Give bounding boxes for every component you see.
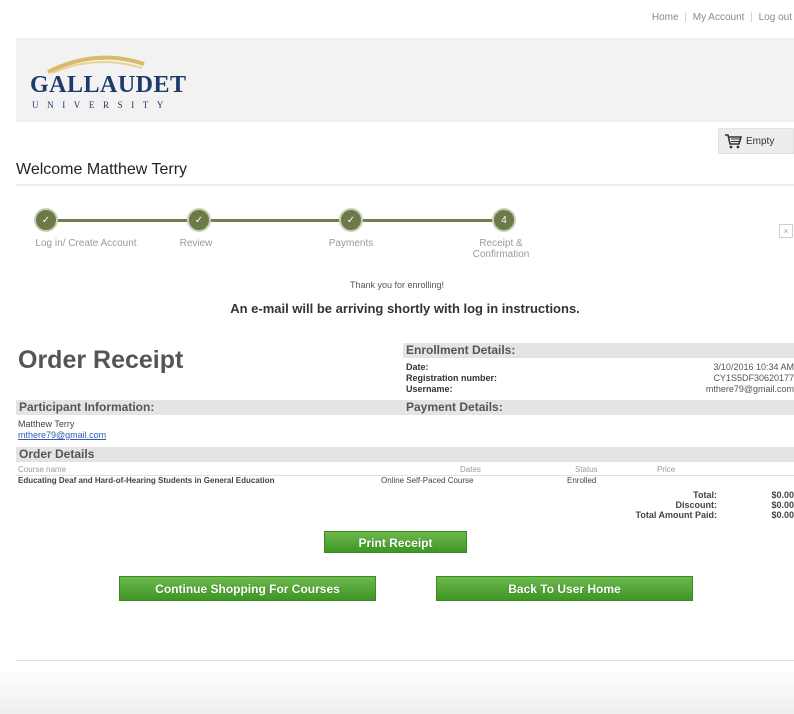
date-label: Date: — [406, 362, 429, 372]
col-price: Price — [657, 465, 676, 474]
divider — [16, 184, 794, 186]
participant-name: Matthew Terry — [18, 419, 75, 429]
step-4-label-line1: Receipt & — [479, 238, 523, 249]
registration-value: CY1S5DF30620177 — [713, 373, 794, 383]
top-nav: Home | My Account | Log out — [652, 12, 792, 23]
step-4-label-line2: Confirmation — [472, 249, 530, 260]
course-status: Enrolled — [567, 476, 597, 485]
amount-paid-row: Total Amount Paid: $0.00 — [560, 510, 794, 520]
order-receipt-title: Order Receipt — [18, 346, 184, 374]
step-4-label: Receipt & Confirmation — [456, 238, 546, 260]
total-value: $0.00 — [771, 490, 794, 500]
close-icon[interactable]: × — [779, 224, 793, 238]
col-course-name: Course name — [18, 465, 67, 474]
step-3-label: Payments — [328, 238, 374, 249]
order-table-header: Course name Dates Status Price — [16, 465, 794, 476]
col-status: Status — [575, 465, 598, 474]
progress-line — [42, 219, 502, 222]
enrollment-date-row: Date: 3/10/2016 10:34 AM — [406, 362, 794, 372]
payment-details-header: Payment Details: — [403, 400, 794, 415]
amount-paid-value: $0.00 — [771, 510, 794, 520]
col-dates: Dates — [460, 465, 481, 474]
divider — [16, 660, 794, 661]
email-message: An e-mail will be arriving shortly with … — [230, 301, 580, 316]
logo-wordmark: GALLAUDET — [30, 72, 187, 98]
cart-icon — [725, 134, 742, 149]
username-value: mthere79@gmail.com — [705, 384, 794, 394]
username-row: Username: mthere79@gmail.com — [406, 384, 794, 394]
step-2-marker: ✓ — [187, 208, 211, 232]
gallaudet-logo[interactable]: GALLAUDET UNIVERSITY — [30, 52, 186, 112]
registration-label: Registration number: — [406, 373, 498, 383]
step-1-marker: ✓ — [34, 208, 58, 232]
participant-email-link[interactable]: mthere79@gmail.com — [18, 430, 106, 440]
checkout-progress: ✓ ✓ ✓ 4 Log in/ Create Account Review Pa… — [16, 200, 794, 270]
course-name: Educating Deaf and Hard-of-Hearing Stude… — [18, 476, 275, 485]
table-row: Educating Deaf and Hard-of-Hearing Stude… — [16, 476, 794, 487]
nav-separator: | — [684, 12, 687, 23]
registration-row: Registration number: CY1S5DF30620177 — [406, 373, 794, 383]
discount-value: $0.00 — [771, 500, 794, 510]
my-account-link[interactable]: My Account — [693, 12, 745, 23]
username-label: Username: — [406, 384, 453, 394]
step-2-label: Review — [179, 238, 213, 249]
cart-label: Empty — [746, 135, 775, 147]
footer — [0, 668, 794, 714]
print-receipt-button[interactable]: Print Receipt — [324, 531, 467, 553]
welcome-heading: Welcome Matthew Terry — [16, 161, 188, 178]
logo-subtitle: UNIVERSITY — [32, 100, 172, 110]
site-header: GALLAUDET UNIVERSITY — [16, 38, 794, 122]
cart-button[interactable]: Empty — [718, 128, 794, 154]
thank-you-text: Thank you for enrolling! — [349, 280, 445, 290]
logo-arc-icon — [47, 55, 145, 74]
total-row: Total: $0.00 — [560, 490, 794, 500]
order-details-header: Order Details — [16, 447, 794, 462]
nav-separator: | — [750, 12, 753, 23]
step-3-marker: ✓ — [339, 208, 363, 232]
total-label: Total: — [693, 490, 717, 500]
discount-label: Discount: — [675, 500, 718, 510]
course-dates: Online Self-Paced Course — [381, 476, 474, 485]
home-link[interactable]: Home — [652, 12, 679, 23]
back-to-home-button[interactable]: Back To User Home — [436, 576, 693, 601]
enrollment-details-header: Enrollment Details: — [403, 343, 794, 358]
continue-shopping-button[interactable]: Continue Shopping For Courses — [119, 576, 376, 601]
participant-info-header: Participant Information: — [16, 400, 403, 415]
amount-paid-label: Total Amount Paid: — [635, 510, 718, 520]
date-value: 3/10/2016 10:34 AM — [713, 362, 794, 372]
discount-row: Discount: $0.00 — [560, 500, 794, 510]
step-4-marker: 4 — [492, 208, 516, 232]
logout-link[interactable]: Log out — [759, 12, 792, 23]
step-1-label: Log in/ Create Account — [35, 238, 137, 249]
order-totals: Total: $0.00 Discount: $0.00 Total Amoun… — [560, 490, 794, 520]
